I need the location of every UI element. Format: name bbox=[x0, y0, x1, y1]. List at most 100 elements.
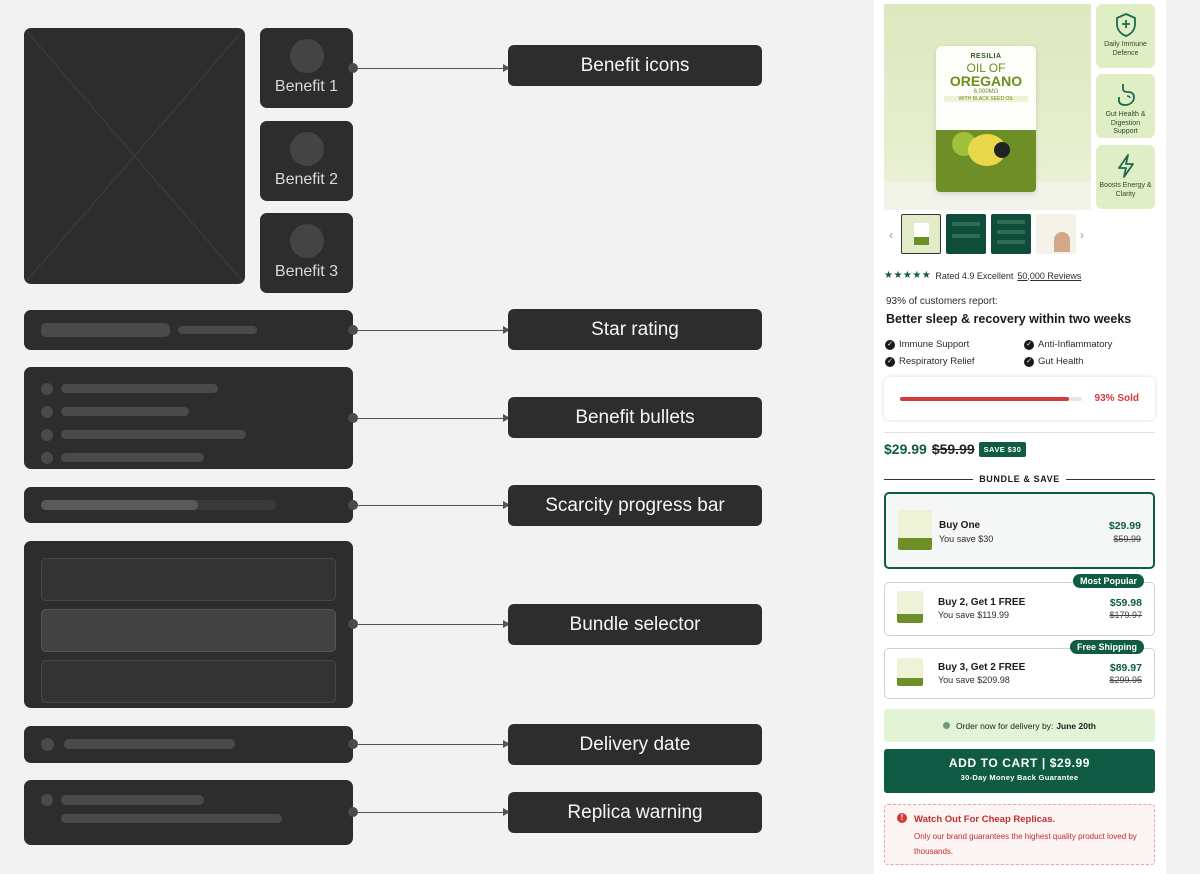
scarcity-bar: 93% Sold bbox=[884, 377, 1155, 420]
bundle-pack-image bbox=[898, 510, 932, 550]
delivery-day: June 20th bbox=[1056, 720, 1096, 731]
thumbnail-strip: ‹ › bbox=[884, 214, 1091, 256]
bundle-pack-image bbox=[897, 658, 923, 686]
bundle-price: $29.99 bbox=[1108, 520, 1141, 532]
wireframe-benefit-label: Benefit 1 bbox=[274, 78, 339, 95]
wireframe-image-placeholder bbox=[24, 28, 245, 284]
wireframe-replica-warning bbox=[24, 780, 353, 845]
bundle-was-price: $179.97 bbox=[1109, 610, 1142, 620]
wireframe-benefit-icon bbox=[289, 132, 324, 166]
add-to-cart-label: ADD TO CART | $29.99 bbox=[948, 756, 1091, 770]
wireframe-delivery-date bbox=[24, 726, 353, 763]
save-badge: SAVE $30 bbox=[978, 441, 1027, 457]
benefit-card-label: Boosts Energy & Clarity bbox=[1099, 182, 1152, 198]
benefit-card-label: Gut Health & Digestion Support bbox=[1105, 111, 1146, 135]
scarcity-label: 93% Sold bbox=[1094, 393, 1139, 404]
bundle-savings: You save $30 bbox=[939, 534, 994, 544]
annotation-scarcity-bar: Scarcity progress bar bbox=[508, 485, 762, 526]
wireframe-star-rating bbox=[24, 310, 353, 350]
scarcity-track bbox=[900, 397, 1082, 401]
wireframe-benefit-1: Benefit 1 bbox=[260, 28, 353, 108]
benefit-bullet: ✓ Respiratory Relief bbox=[885, 356, 975, 367]
connector-arrow bbox=[348, 500, 510, 510]
benefit-card-label: Daily Immune Defence bbox=[1104, 41, 1147, 57]
chevron-left-icon[interactable]: ‹ bbox=[889, 228, 893, 242]
bundle-savings: You save $209.98 bbox=[938, 675, 1010, 685]
bundle-heading: BUNDLE & SAVE bbox=[884, 473, 1156, 485]
bundle-option-1[interactable]: Buy One You save $30 $29.99 $59.99 bbox=[884, 492, 1155, 569]
chevron-right-icon[interactable]: › bbox=[1080, 228, 1084, 242]
annotation-benefit-icons: Benefit icons bbox=[508, 45, 762, 86]
rating-text: Rated 4.9 Excellent bbox=[935, 270, 1014, 281]
price-row: $29.99 $59.99 SAVE $30 bbox=[884, 441, 1027, 457]
replica-warning: ! Watch Out For Cheap Replicas. Only our… bbox=[884, 804, 1155, 865]
benefit-card-immune: Daily Immune Defence bbox=[1096, 4, 1155, 68]
bundle-was-price: $299.95 bbox=[1109, 675, 1142, 685]
connector-arrow bbox=[348, 325, 510, 335]
bag-line-4: WITH BLACK SEED OIL bbox=[944, 96, 1028, 102]
connector-arrow bbox=[348, 807, 510, 817]
check-icon: ✓ bbox=[1024, 356, 1034, 367]
bundle-price: $89.97 bbox=[1109, 662, 1142, 674]
bundle-option-2[interactable]: Most Popular Buy 2, Get 1 FREE You save … bbox=[884, 574, 1155, 636]
warning-title: Watch Out For Cheap Replicas. bbox=[914, 814, 1056, 825]
thumbnail-2[interactable] bbox=[946, 214, 986, 254]
original-price: $59.99 bbox=[931, 441, 975, 457]
bundle-name: Buy One bbox=[939, 520, 981, 531]
benefit-bullet: ✓ Anti-Inflammatory bbox=[1024, 339, 1112, 350]
alert-icon: ! bbox=[897, 813, 907, 823]
bag-line-3: 6,000MG bbox=[973, 89, 999, 95]
lightning-icon bbox=[1117, 154, 1134, 178]
wireframe-benefit-icon bbox=[289, 224, 324, 258]
annotation-delivery-date: Delivery date bbox=[508, 724, 762, 765]
connector-arrow bbox=[348, 413, 510, 423]
shield-plus-icon bbox=[1115, 13, 1136, 37]
bundle-option-3[interactable]: Free Shipping Buy 3, Get 2 FREE You save… bbox=[884, 640, 1155, 699]
most-popular-badge: Most Popular bbox=[1072, 574, 1144, 588]
bag-brand: RESILIA bbox=[970, 53, 1002, 60]
bundle-pack-image bbox=[897, 591, 923, 623]
bundle-was-price: $59.99 bbox=[1113, 534, 1141, 544]
wireframe-bundle-selector bbox=[24, 541, 353, 708]
bundle-name: Buy 3, Get 2 FREE bbox=[938, 662, 1026, 673]
benefit-headline: Better sleep & recovery within two weeks bbox=[886, 312, 1132, 326]
benefit-bullet: ✓ Immune Support bbox=[885, 339, 969, 350]
status-dot-icon bbox=[942, 722, 950, 729]
benefit-card-gut: Gut Health & Digestion Support bbox=[1096, 74, 1155, 138]
thumbnail-4[interactable] bbox=[1036, 214, 1076, 254]
annotation-replica-warning: Replica warning bbox=[508, 792, 762, 833]
scarcity-fill bbox=[900, 397, 1070, 401]
reviews-link[interactable]: 50,000 Reviews bbox=[1017, 271, 1081, 281]
check-icon: ✓ bbox=[885, 356, 895, 367]
report-line: 93% of customers report: bbox=[886, 296, 998, 307]
star-rating: ★★★★★ Rated 4.9 Excellent 50,000 Reviews bbox=[884, 270, 1081, 281]
wireframe-benefit-bullets bbox=[24, 367, 353, 469]
stars-icon: ★★★★★ bbox=[884, 270, 932, 281]
delivery-text: Order now for delivery by: bbox=[955, 720, 1054, 731]
delivery-date: Order now for delivery by: June 20th bbox=[884, 709, 1155, 742]
add-to-cart-button[interactable]: ADD TO CART | $29.99 30-Day Money Back G… bbox=[884, 749, 1155, 793]
product-hero-image[interactable]: RESILIA OIL OF OREGANO 6,000MG WITH BLAC… bbox=[884, 4, 1091, 210]
wireframe-benefit-label: Benefit 2 bbox=[274, 171, 339, 188]
current-price: $29.99 bbox=[884, 441, 927, 457]
annotation-star-rating: Star rating bbox=[508, 309, 762, 350]
guarantee-label: 30-Day Money Back Guarantee bbox=[960, 773, 1079, 782]
connector-arrow bbox=[348, 63, 510, 73]
wireframe-scarcity-bar bbox=[24, 487, 353, 523]
product-panel: RESILIA OIL OF OREGANO 6,000MG WITH BLAC… bbox=[874, 0, 1166, 874]
bundle-price: $59.98 bbox=[1109, 597, 1142, 609]
bag-line-2: OREGANO bbox=[949, 73, 1023, 89]
annotation-benefit-bullets: Benefit bullets bbox=[508, 397, 762, 438]
bundle-name: Buy 2, Get 1 FREE bbox=[938, 597, 1026, 608]
wireframe-benefit-3: Benefit 3 bbox=[260, 213, 353, 293]
free-shipping-badge: Free Shipping bbox=[1069, 640, 1144, 654]
benefit-bullet: ✓ Gut Health bbox=[1024, 356, 1083, 367]
thumbnail-1[interactable] bbox=[901, 214, 941, 254]
connector-arrow bbox=[348, 619, 510, 629]
warning-body: Only our brand guarantees the highest qu… bbox=[914, 832, 1137, 856]
wireframe-benefit-icon bbox=[289, 39, 324, 73]
thumbnail-3[interactable] bbox=[991, 214, 1031, 254]
stomach-icon bbox=[1117, 84, 1135, 106]
bundle-savings: You save $119.99 bbox=[938, 610, 1010, 620]
annotation-bundle-selector: Bundle selector bbox=[508, 604, 762, 645]
